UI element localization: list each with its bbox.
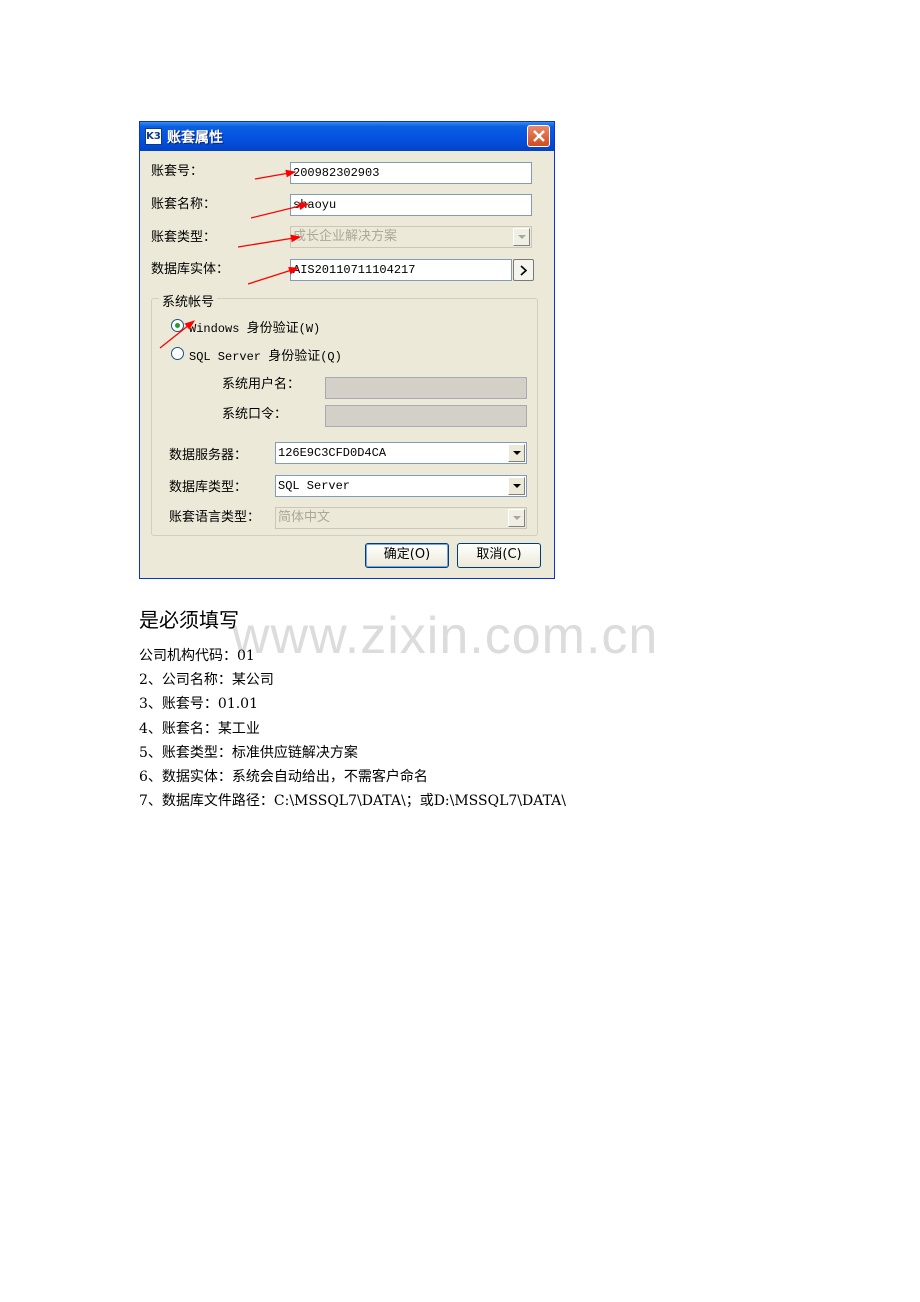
db-entity-browse-button[interactable]	[513, 259, 534, 281]
lang-type-label: 账套语言类型：	[169, 510, 261, 525]
notes-list: 公司机构代码：01 2、公司名称：某公司 3、账套号：01.01 4、账套名：某…	[139, 644, 566, 813]
account-no-input[interactable]: 200982302903	[290, 162, 532, 184]
account-type-label: 账套类型：	[151, 230, 217, 245]
system-user-label: 系统用户名：	[222, 377, 301, 392]
close-button[interactable]	[527, 125, 550, 147]
db-entity-input[interactable]: AIS20110711104217	[290, 259, 512, 281]
chevron-down-icon	[518, 235, 526, 239]
note-item: 2、公司名称：某公司	[139, 672, 274, 689]
cancel-button[interactable]: 取消(C)	[457, 543, 541, 568]
account-type-dropdown-button	[513, 228, 530, 246]
system-account-legend: 系统帐号	[159, 291, 218, 310]
system-user-input	[325, 377, 527, 399]
db-type-value: SQL Server	[278, 479, 351, 493]
kingdee-app-icon: K3	[145, 128, 162, 145]
account-no-label: 账套号：	[151, 164, 204, 179]
lang-type-dropdown-button	[508, 509, 525, 527]
windows-auth-label[interactable]: Windows 身份验证(W)	[189, 317, 320, 336]
title-bar[interactable]: K3 账套属性	[140, 122, 554, 151]
db-entity-label: 数据库实体：	[151, 262, 230, 277]
db-server-select[interactable]: 126E9C3CFD0D4CA	[275, 442, 527, 464]
chevron-down-icon	[513, 516, 521, 520]
db-server-value: 126E9C3CFD0D4CA	[278, 446, 387, 460]
note-item: 公司机构代码：01	[139, 648, 255, 664]
account-name-input[interactable]: shaoyu	[290, 194, 532, 216]
chevron-down-icon	[513, 484, 521, 488]
sql-auth-radio[interactable]	[171, 347, 184, 360]
note-item: 5、账套类型：标准供应链解决方案	[139, 744, 358, 761]
sql-auth-key: (Q)	[320, 350, 342, 364]
windows-auth-cn: 身份验证	[246, 321, 299, 336]
dialog-title: 账套属性	[167, 130, 223, 146]
db-server-dropdown-button[interactable]	[508, 444, 525, 462]
chevron-down-icon	[513, 451, 521, 455]
system-password-label: 系统口令：	[222, 407, 288, 422]
account-type-value: 成长企业解决方案	[293, 229, 398, 244]
db-type-label: 数据库类型：	[169, 480, 248, 495]
db-type-select[interactable]: SQL Server	[275, 475, 527, 497]
note-item: 4、账套名：某工业	[139, 720, 260, 737]
note-item: 3、账套号：01.01	[139, 696, 258, 713]
account-properties-dialog: K3 账套属性 账套号： 200982302903 账套名称： shaoyu 账…	[139, 121, 555, 579]
chevron-right-icon	[520, 265, 528, 276]
windows-auth-key: (W)	[298, 322, 321, 336]
section-heading: 是必须填写	[139, 608, 239, 632]
account-type-select: 成长企业解决方案	[290, 226, 532, 248]
system-password-input	[325, 405, 527, 427]
sql-auth-cn: 身份验证	[268, 349, 321, 364]
windows-auth-radio[interactable]	[171, 319, 184, 332]
sql-auth-label[interactable]: SQL Server 身份验证(Q)	[189, 345, 342, 364]
account-name-label: 账套名称：	[151, 197, 217, 212]
ok-button[interactable]: 确定(O)	[365, 543, 449, 568]
note-item: 7、数据库文件路径：C:\MSSQL7\DATA\；或D:\MSSQL7\DAT…	[139, 793, 566, 810]
close-icon	[533, 130, 545, 142]
db-server-label: 数据服务器：	[169, 448, 248, 463]
db-type-dropdown-button[interactable]	[508, 477, 525, 495]
note-item: 6、数据实体：系统会自动给出，不需客户命名	[139, 768, 428, 785]
sql-auth-en: SQL Server	[189, 350, 269, 364]
lang-type-value: 简体中文	[278, 510, 331, 525]
arrow-account-no	[254, 169, 297, 180]
lang-type-select: 简体中文	[275, 507, 527, 529]
windows-auth-en: Windows	[189, 322, 247, 336]
